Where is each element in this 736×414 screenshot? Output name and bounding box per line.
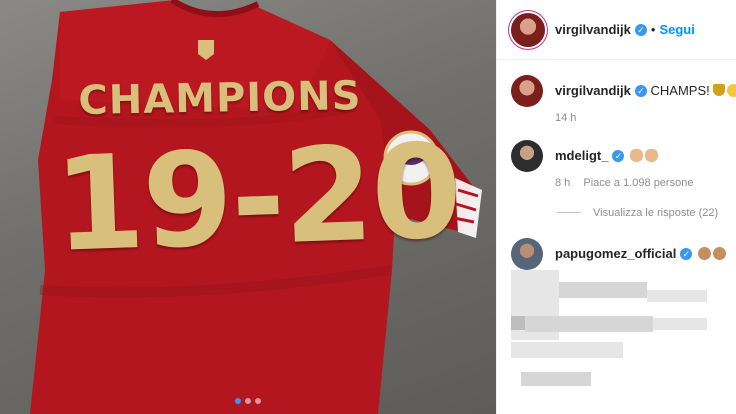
jersey-season-number: 19-20 (51, 114, 463, 281)
post-photo[interactable]: CHAMPIONS 19-20 (0, 0, 496, 414)
blurred-block (647, 290, 707, 302)
blurred-block (559, 282, 647, 298)
comments-panel: virgilvandijk ✓ • Segui virgilvandijk ✓ C… (496, 0, 736, 414)
carousel-dot (255, 398, 261, 404)
verified-badge-icon: ✓ (634, 23, 647, 36)
trophy-emoji-icon (712, 84, 725, 96)
commenter-username[interactable]: papugomez_official (555, 246, 676, 261)
commenter-avatar[interactable] (511, 140, 543, 172)
carousel-dot (245, 398, 251, 404)
verified-badge-icon: ✓ (634, 85, 647, 97)
header-separator: • (650, 22, 656, 37)
caption-avatar[interactable] (511, 75, 543, 107)
blurred-block (525, 316, 653, 332)
commenter-username[interactable]: mdeligt_ (555, 148, 608, 163)
smile-emoji-icon (726, 84, 736, 97)
jersey-champions-text: CHAMPIONS (78, 73, 362, 124)
verified-badge-icon: ✓ (680, 248, 693, 260)
blurred-block (511, 316, 525, 330)
post-header: virgilvandijk ✓ • Segui (497, 0, 736, 60)
blurred-block (521, 372, 591, 386)
clap-emoji-icon (697, 247, 711, 260)
clap-emoji-icon (712, 247, 726, 260)
replies-divider (557, 212, 581, 213)
caption-username[interactable]: virgilvandijk (555, 83, 631, 98)
comment-item: mdeligt_ ✓ 8 h Piace a 1.098 persone (511, 140, 736, 192)
author-avatar[interactable] (511, 12, 545, 47)
comment-item: papugomez_official ✓ (511, 238, 736, 270)
blurred-block (511, 342, 623, 358)
caption-time[interactable]: 14 h (555, 112, 576, 124)
pray-emoji-icon (645, 149, 659, 162)
carousel-dot (235, 398, 241, 404)
caption: virgilvandijk ✓ CHAMPS! 14 h (511, 75, 736, 127)
comment-time[interactable]: 8 h (555, 177, 570, 189)
commenter-avatar[interactable] (511, 238, 543, 270)
follow-button[interactable]: Segui (659, 22, 694, 37)
view-replies-label[interactable]: Visualizza le risposte (22) (593, 207, 718, 219)
carousel-indicator (0, 398, 496, 404)
clap-emoji-icon (630, 149, 644, 162)
caption-text: CHAMPS! (650, 83, 710, 98)
verified-badge-icon: ✓ (612, 150, 625, 162)
comment-likes[interactable]: Piace a 1.098 persone (583, 177, 693, 189)
view-replies-link[interactable]: Visualizza le risposte (22) (557, 207, 718, 219)
author-username[interactable]: virgilvandijk (555, 22, 631, 37)
blurred-block (653, 318, 707, 330)
